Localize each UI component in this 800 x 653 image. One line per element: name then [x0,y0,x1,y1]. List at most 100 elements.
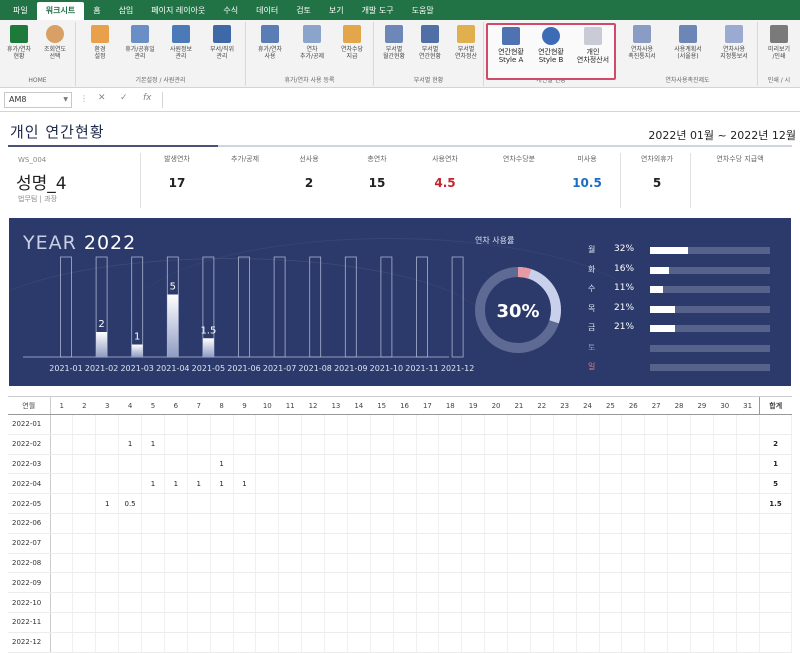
day-cell[interactable] [507,473,531,495]
function-icon[interactable]: fx [143,93,152,103]
ribbon-button-settings[interactable]: 환경 설정 [82,25,118,69]
day-cell[interactable] [95,473,120,495]
day-cell[interactable] [187,434,211,455]
day-cell[interactable]: 1 [118,434,142,455]
cancel-icon[interactable]: ✕ [98,93,106,103]
day-cell[interactable]: 1 [233,473,257,495]
day-cell[interactable] [118,513,142,534]
day-cell[interactable] [576,434,600,455]
day-cell[interactable] [416,592,440,613]
day-cell[interactable] [736,434,761,455]
total-cell[interactable]: 2 [759,434,792,455]
day-cell[interactable]: 1 [141,473,165,495]
day-cell[interactable] [461,572,486,594]
day-cell[interactable] [416,533,440,554]
day-cell[interactable] [530,572,554,594]
day-cell[interactable] [644,533,669,554]
day-cell[interactable] [690,553,714,574]
chevron-down-icon[interactable]: ▼ [63,93,68,107]
day-cell[interactable] [644,592,669,613]
ribbon-button-personal-settlement[interactable]: 개인 연차정산서 [572,27,614,71]
day-cell[interactable] [507,632,531,653]
day-cell[interactable] [553,434,577,455]
day-cell[interactable] [484,434,508,455]
ribbon-button-holidays[interactable]: 휴가/공휴일 관리 [120,25,160,69]
ribbon-tab[interactable]: 검토 [287,2,320,20]
day-cell[interactable] [438,592,463,613]
day-cell[interactable] [370,414,394,435]
day-cell[interactable] [210,612,234,633]
day-cell[interactable] [553,592,577,613]
day-cell[interactable] [713,632,737,653]
day-cell[interactable] [599,414,623,435]
day-cell[interactable] [72,493,97,514]
day-cell[interactable] [233,612,257,633]
day-cell[interactable] [233,513,257,534]
day-cell[interactable] [347,592,371,613]
day-cell[interactable] [324,533,348,554]
day-cell[interactable] [278,513,303,534]
day-cell[interactable] [713,533,737,554]
day-cell[interactable] [301,592,325,613]
month-cell[interactable]: 2022-01 [8,414,51,435]
day-cell[interactable] [461,553,486,574]
day-cell[interactable] [164,572,188,594]
day-cell[interactable] [621,572,646,594]
day-cell[interactable] [210,513,234,534]
day-cell[interactable] [255,553,280,574]
day-cell[interactable] [484,414,508,435]
day-cell[interactable] [370,592,394,613]
ribbon-tab[interactable]: 도움말 [403,2,443,20]
ribbon-tab[interactable]: 데이터 [247,2,287,20]
day-cell[interactable] [507,454,531,475]
day-cell[interactable] [370,513,394,534]
day-cell[interactable] [644,493,669,514]
ribbon-button-style-a[interactable]: 연간현황 Style A [491,27,531,71]
day-cell[interactable] [118,572,142,594]
day-cell[interactable] [164,553,188,574]
day-cell[interactable] [95,592,120,613]
day-cell[interactable] [278,632,303,653]
day-cell[interactable]: 1 [187,473,211,495]
day-cell[interactable] [530,434,554,455]
day-cell[interactable] [507,493,531,514]
day-cell[interactable] [416,572,440,594]
day-cell[interactable] [72,473,97,495]
day-cell[interactable] [599,434,623,455]
day-cell[interactable] [164,493,188,514]
day-cell[interactable] [95,414,120,435]
day-cell[interactable] [553,414,577,435]
day-cell[interactable] [370,493,394,514]
day-cell[interactable] [301,612,325,633]
day-cell[interactable] [553,553,577,574]
day-cell[interactable] [484,493,508,514]
day-cell[interactable] [187,612,211,633]
day-cell[interactable] [210,414,234,435]
day-cell[interactable] [667,533,691,554]
day-cell[interactable] [599,632,623,653]
day-cell[interactable] [347,493,371,514]
day-cell[interactable] [118,632,142,653]
ribbon-tab[interactable]: 워크시트 [36,2,85,20]
day-cell[interactable] [210,553,234,574]
ribbon-button-designation-notice[interactable]: 연차사용 지정통보서 [712,25,756,69]
day-cell[interactable] [233,414,257,435]
day-cell[interactable] [210,493,234,514]
day-cell[interactable] [50,473,74,495]
day-cell[interactable] [438,632,463,653]
day-cell[interactable] [438,513,463,534]
day-cell[interactable] [347,454,371,475]
day-cell[interactable] [95,533,120,554]
day-cell[interactable] [644,572,669,594]
day-cell[interactable] [324,553,348,574]
day-cell[interactable] [667,414,691,435]
day-cell[interactable] [347,553,371,574]
day-cell[interactable] [393,632,417,653]
day-cell[interactable] [736,513,761,534]
day-cell[interactable] [278,553,303,574]
day-cell[interactable] [736,454,761,475]
day-cell[interactable] [461,493,486,514]
day-cell[interactable] [690,414,714,435]
day-cell[interactable] [187,533,211,554]
day-cell[interactable] [210,434,234,455]
